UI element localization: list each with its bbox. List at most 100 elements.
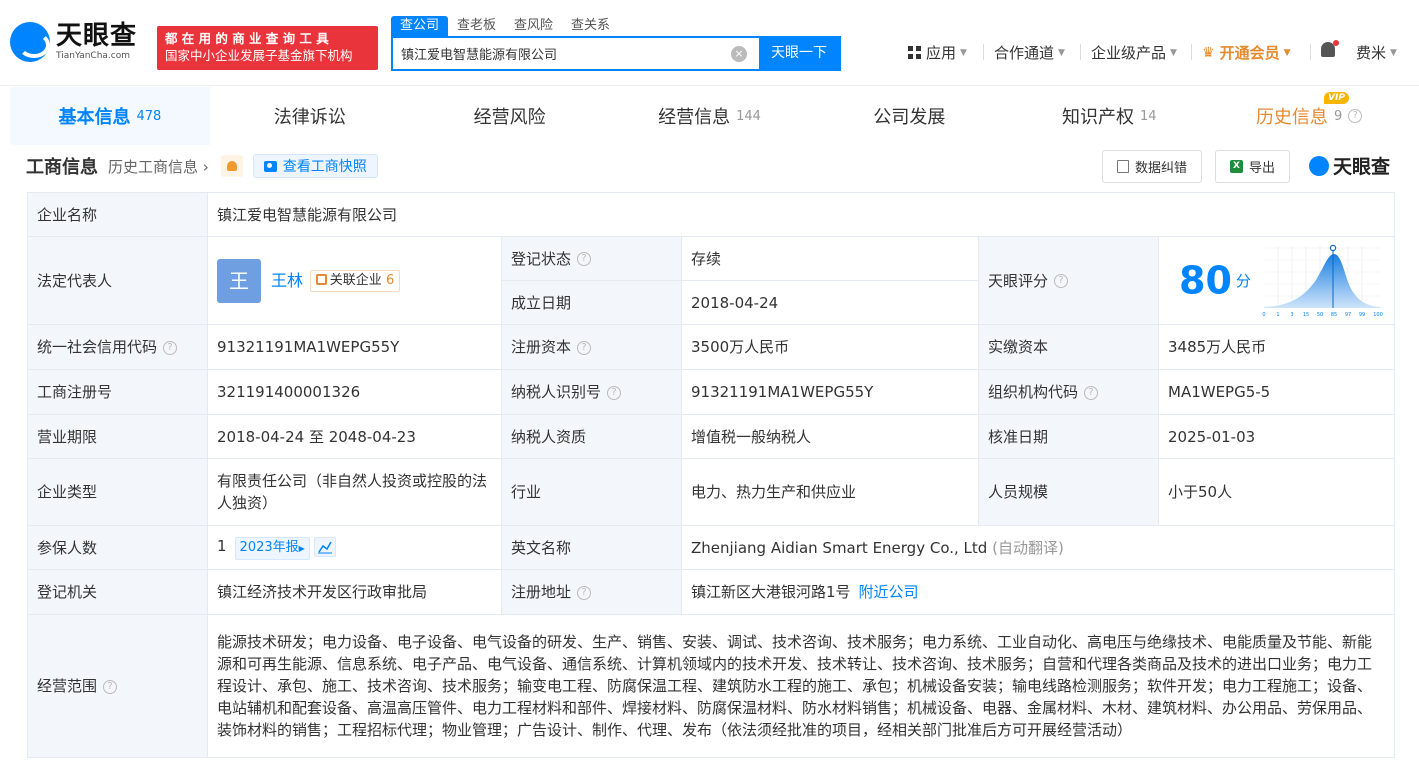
divider	[1080, 44, 1081, 60]
search-button[interactable]: 天眼一下	[759, 38, 839, 69]
section-tabs: 基本信息 478 法律诉讼 经营风险 经营信息 144 公司发展 知识产权 14 历史…	[10, 87, 1409, 145]
found-date: 2018-04-24	[681, 280, 979, 325]
table-row: 法定代表人 王王林 关联企业 6 登记状态? 存续 天眼评分? 80 分 0 1…	[27, 236, 1396, 325]
tab-history[interactable]: 历史信息 9?	[1209, 87, 1409, 145]
tab-ip[interactable]: 知识产权 14	[1009, 87, 1209, 145]
business-scope: 能源技术研发；电力设备、电子设备、电气设备的研发、生产、销售、安装、调试、技术咨…	[206, 614, 1396, 758]
score-value: 80	[1179, 258, 1232, 303]
help-icon[interactable]: ?	[577, 585, 592, 600]
industry: 电力、热力生产和供应业	[681, 458, 979, 526]
approve-date-label: 核准日期	[978, 414, 1159, 459]
staff-label: 人员规模	[978, 458, 1159, 526]
term-label: 营业期限	[27, 414, 208, 459]
user-menu[interactable]: 费米 ▼	[1356, 42, 1397, 63]
tab-legal[interactable]: 法律诉讼	[210, 87, 410, 145]
org-code-label: 组织机构代码	[988, 383, 1079, 401]
nearby-companies-link[interactable]: 附近公司	[859, 583, 919, 601]
taxpayer-id-label-cell: 纳税人识别号?	[501, 369, 682, 415]
term: 2018-04-24 至 2048-04-23	[207, 414, 502, 459]
year-report-label: 2023年报	[239, 540, 299, 555]
year-report-badge[interactable]: 2023年报▶	[234, 537, 310, 560]
grid-icon	[908, 46, 921, 59]
tab-basic-info[interactable]: 基本信息 478	[10, 87, 210, 145]
help-icon[interactable]: ?	[577, 252, 592, 266]
tab-label: 法律诉讼	[273, 107, 346, 128]
clear-icon[interactable]: ×	[731, 46, 747, 62]
help-icon[interactable]: ?	[577, 340, 592, 355]
paid-capital: 3485万人民币	[1157, 324, 1396, 370]
org-code-label-cell: 组织机构代码?	[978, 369, 1159, 415]
chevron-down-icon: ▼	[1283, 47, 1291, 58]
related-count: 6	[385, 272, 395, 288]
legal-rep-name[interactable]: 王林	[271, 271, 303, 290]
scope-label-cell: 经营范围?	[27, 614, 208, 758]
table-row: 统一社会信用代码? 91321191MA1WEPG55Y 注册资本? 3500万…	[27, 324, 1396, 370]
table-row: 参保人数 1 2023年报▶ 英文名称 Zhenjiang Aidian Smar…	[27, 525, 1396, 570]
search-tab-company[interactable]: 查公司	[391, 16, 449, 36]
nav-enterprise[interactable]: 企业级产品 ▼	[1091, 42, 1177, 63]
tab-label: 历史信息	[1255, 107, 1328, 128]
help-icon[interactable]: ?	[1084, 385, 1099, 400]
nav-vip[interactable]: ♛ 开通会员 ▼	[1202, 42, 1291, 63]
notification-bell[interactable]	[1321, 40, 1339, 57]
correct-data-button[interactable]: 数据纠错	[1102, 150, 1203, 183]
score-cell[interactable]: 80 分 0 1 3 15 50 85 97 99 100	[1157, 236, 1396, 325]
score-label: 天眼评分	[988, 271, 1049, 290]
slogan-line1: 都在用的商业查询工具	[165, 31, 334, 46]
snapshot-button[interactable]: 查看工商快照	[252, 154, 378, 178]
unread-dot	[1333, 40, 1339, 46]
help-icon[interactable]: ?	[163, 340, 178, 355]
help-icon[interactable]: ?	[1054, 274, 1069, 288]
tab-label: 知识产权	[1061, 107, 1134, 128]
reg-status-label-cell: 登记状态?	[501, 236, 682, 281]
history-link-label: 历史工商信息	[108, 157, 199, 176]
brand-text: 天眼查	[1333, 156, 1391, 178]
monitor-bell-button[interactable]	[220, 155, 243, 177]
avatar[interactable]: 王	[217, 258, 261, 303]
score-unit: 分	[1235, 271, 1251, 290]
nav-partner[interactable]: 合作通道 ▼	[994, 42, 1065, 63]
edit-icon	[1117, 160, 1129, 173]
search-tab-boss[interactable]: 查老板	[448, 16, 505, 36]
tab-label: 公司发展	[873, 107, 946, 128]
tab-risk[interactable]: 经营风险	[410, 87, 610, 145]
site-logo[interactable]: 天眼查 TianYanCha.com	[10, 22, 137, 62]
network-icon	[315, 273, 327, 285]
related-company-badge[interactable]: 关联企业 6	[309, 269, 401, 292]
tab-operation[interactable]: 经营信息 144	[610, 87, 810, 145]
help-icon[interactable]: ?	[607, 385, 622, 400]
top-header: 天眼查 TianYanCha.com 都在用的商业查询工具 国家中小企业发展子基…	[0, 0, 1419, 86]
vip-badge: VIP	[1324, 92, 1349, 104]
search-tab-risk[interactable]: 查风险	[505, 16, 562, 36]
help-icon[interactable]: ?	[1348, 109, 1363, 123]
table-row: 登记机关 镇江经济技术开发区行政审批局 注册地址? 镇江新区大港银河路1号 附近公…	[27, 569, 1396, 615]
tab-development[interactable]: 公司发展	[809, 87, 1009, 145]
slogan-line2: 国家中小企业发展子基金旗下机构	[165, 48, 353, 63]
reg-status-label: 登记状态	[511, 249, 572, 268]
help-icon[interactable]: ?	[103, 679, 118, 694]
axis-tick: 3	[1290, 312, 1293, 318]
search-input[interactable]	[393, 38, 731, 69]
taxpayer-id: 91321191MA1WEPG55Y	[681, 369, 979, 415]
authority: 镇江经济技术开发区行政审批局	[207, 569, 502, 615]
scope-label: 经营范围	[37, 677, 98, 695]
reg-capital-label: 注册资本	[511, 338, 572, 356]
snapshot-label: 查看工商快照	[282, 159, 367, 175]
approve-date: 2025-01-03	[1157, 414, 1396, 459]
company-name: 镇江爱电智慧能源有限公司	[206, 192, 1396, 237]
history-link[interactable]: 历史工商信息 ›	[108, 156, 209, 177]
trend-chart-icon[interactable]	[313, 536, 336, 557]
correct-label: 数据纠错	[1135, 161, 1188, 176]
search-type-tabs: 查公司 查老板 查风险 查关系	[391, 16, 619, 36]
industry-label: 行业	[501, 458, 682, 526]
export-button[interactable]: X 导出	[1215, 150, 1291, 183]
divider	[1191, 44, 1192, 60]
nav-apps[interactable]: 应用 ▼	[908, 42, 967, 63]
chevron-right-icon: ›	[202, 157, 209, 176]
en-name-label: 英文名称	[501, 525, 682, 570]
chevron-down-icon: ▼	[1170, 47, 1177, 58]
legal-rep-cell: 王王林 关联企业 6	[207, 236, 502, 325]
search-tab-relation[interactable]: 查关系	[562, 16, 619, 36]
chevron-down-icon: ▼	[1058, 47, 1065, 58]
credit-code: 91321191MA1WEPG55Y	[207, 324, 502, 370]
